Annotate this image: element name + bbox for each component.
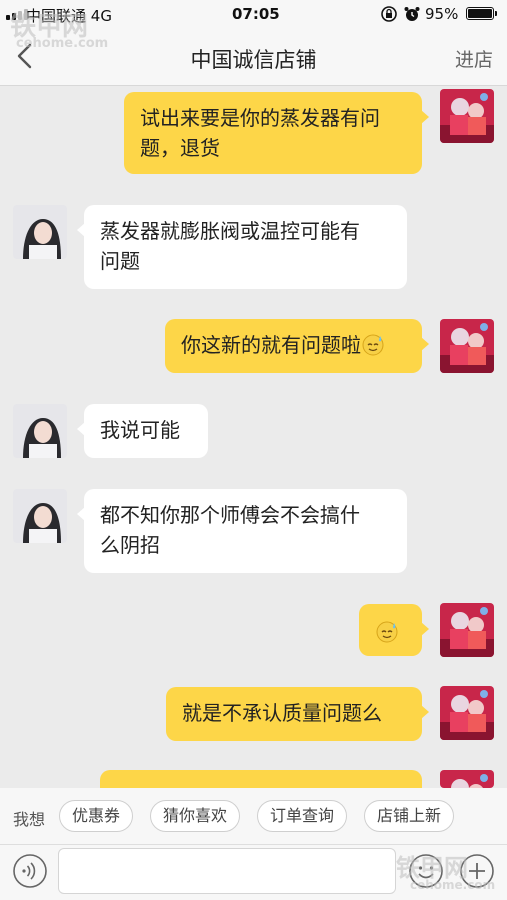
sweat-smile-emoji-icon [362,334,384,356]
voice-icon[interactable] [12,853,48,889]
battery-percent: 95% [425,5,459,23]
my-avatar[interactable] [440,319,494,373]
quick-reply-bar: 我想 优惠券 猜你喜欢 订单查询 店铺上新 [0,788,507,844]
enter-shop-button[interactable]: 进店 [455,45,493,72]
shop-avatar[interactable] [13,205,67,259]
message-bubble-incoming[interactable]: 我说可能 [77,404,208,458]
message-bubble-incoming[interactable]: 蒸发器就膨胀阀或温控可能有 问题 [77,205,407,289]
chip-recommend[interactable]: 猜你喜欢 [150,800,240,832]
chip-order-query[interactable]: 订单查询 [257,800,347,832]
quick-reply-label: 我想 [13,810,46,829]
message-bubble-outgoing[interactable]: 试出来要是你的蒸发器有问 题，退货 [124,92,429,174]
shop-avatar[interactable] [13,404,67,458]
my-avatar[interactable] [440,770,494,788]
message-input[interactable] [58,848,396,894]
rotation-lock-icon [380,5,398,27]
my-avatar[interactable] [440,89,494,143]
watermark-top-url: cehome.com [16,36,109,51]
battery-icon [466,7,497,20]
chip-new-arrivals[interactable]: 店铺上新 [364,800,454,832]
alarm-icon [403,5,421,27]
clock: 07:05 [232,5,280,23]
sweat-smile-emoji-icon [376,621,398,643]
shop-avatar[interactable] [13,489,67,543]
chip-coupon[interactable]: 优惠券 [59,800,133,832]
message-bubble-incoming[interactable]: 都不知你那个师傅会不会搞什 么阴招 [77,489,407,573]
my-avatar[interactable] [440,603,494,657]
my-avatar[interactable] [440,686,494,740]
message-bubble-outgoing[interactable]: 就是不承认质量问题么 [166,687,429,741]
watermark-bottom-url: cehome.com [410,878,496,892]
message-bubble-outgoing[interactable] [359,604,429,656]
message-bubble-outgoing[interactable]: 你这新的就有问题啦 [165,319,429,373]
